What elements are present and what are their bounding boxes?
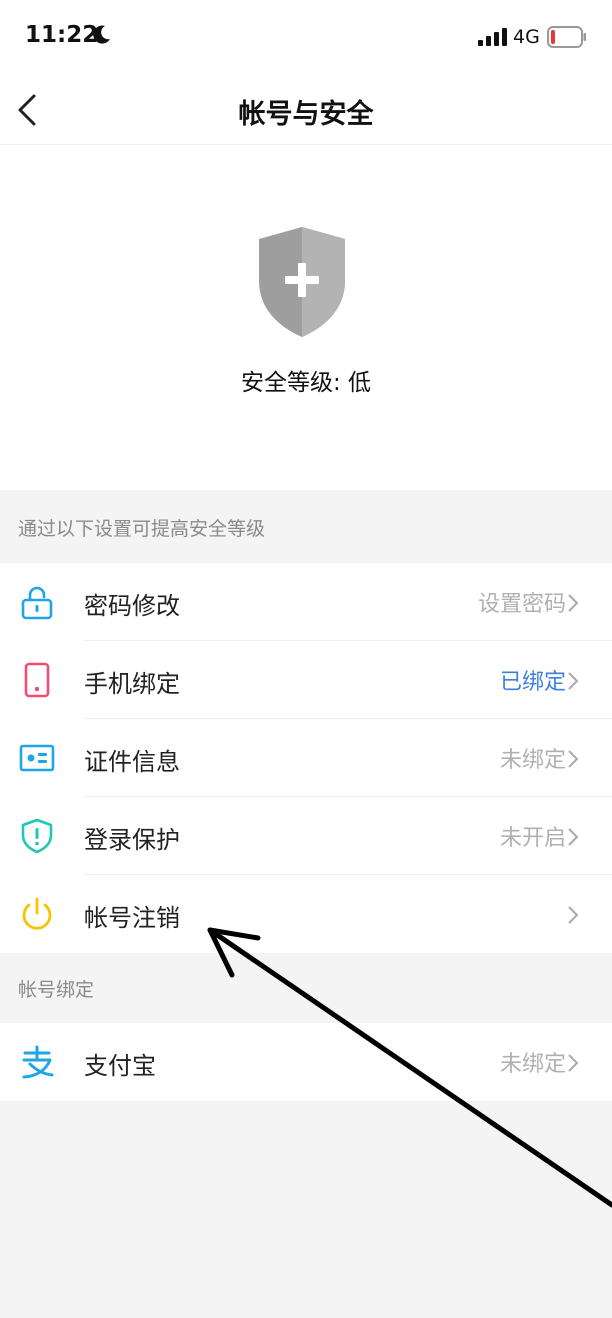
row-label: 登录保护 <box>84 826 180 854</box>
shield-alert-icon <box>21 818 53 854</box>
row-phone-binding[interactable]: 手机绑定 已绑定 <box>0 641 612 719</box>
nav-bar: 帐号与安全 <box>0 76 612 145</box>
chevron-right-icon <box>568 672 579 690</box>
section-header-account-binding: 帐号绑定 <box>18 979 95 1001</box>
row-label: 密码修改 <box>84 592 180 620</box>
power-icon <box>22 897 52 930</box>
row-value: 已绑定 <box>499 670 566 695</box>
alipay-icon <box>22 1045 54 1079</box>
moon-icon <box>93 25 110 44</box>
status-bar: 11:22 4G <box>0 0 612 76</box>
row-label: 帐号注销 <box>84 904 180 932</box>
chevron-right-icon <box>568 828 579 846</box>
security-level-panel: 安全等级: 低 <box>0 145 612 490</box>
row-account-deletion[interactable]: 帐号注销 <box>0 875 612 953</box>
chevron-right-icon <box>568 1054 579 1072</box>
chevron-right-icon <box>568 594 579 612</box>
id-card-icon <box>19 744 55 772</box>
lock-icon <box>21 586 53 620</box>
row-value: 未绑定 <box>499 748 566 773</box>
security-settings-list: 密码修改 设置密码 手机绑定 已绑定 证件信息 未绑定 登录保护 未开启 帐号注… <box>0 563 612 953</box>
section-header-improve: 通过以下设置可提高安全等级 <box>18 518 266 540</box>
battery-icon <box>547 26 586 48</box>
account-binding-list: 支付宝 未绑定 <box>0 1023 612 1101</box>
row-login-protection[interactable]: 登录保护 未开启 <box>0 797 612 875</box>
security-level-text: 安全等级: 低 <box>240 370 372 396</box>
shield-plus-icon <box>259 227 345 337</box>
page-title: 帐号与安全 <box>238 99 374 130</box>
cellular-signal-icon <box>478 28 507 46</box>
phone-icon <box>24 662 50 698</box>
chevron-right-icon <box>568 750 579 768</box>
row-label: 证件信息 <box>84 748 180 776</box>
row-id-info[interactable]: 证件信息 未绑定 <box>0 719 612 797</box>
row-value: 未绑定 <box>499 1052 566 1077</box>
row-value: 未开启 <box>499 826 566 851</box>
row-value: 设置密码 <box>477 592 566 617</box>
row-password-change[interactable]: 密码修改 设置密码 <box>0 563 612 641</box>
row-label: 手机绑定 <box>84 670 180 698</box>
status-time: 11:22 <box>25 22 99 48</box>
row-alipay[interactable]: 支付宝 未绑定 <box>0 1023 612 1101</box>
row-label: 支付宝 <box>84 1052 156 1080</box>
chevron-right-icon <box>568 906 579 924</box>
network-type: 4G <box>513 26 540 48</box>
